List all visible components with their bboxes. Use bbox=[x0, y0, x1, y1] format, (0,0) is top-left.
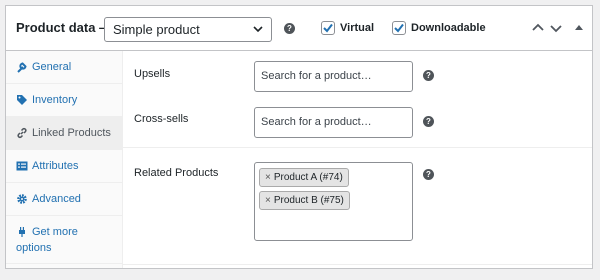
tab-general[interactable]: General bbox=[6, 51, 123, 84]
chevron-down-icon bbox=[253, 26, 263, 33]
crosssells-placeholder: Search for a product… bbox=[261, 116, 372, 128]
checkmark-icon bbox=[323, 23, 333, 33]
checkmark-icon bbox=[394, 23, 404, 33]
tab-linked-products[interactable]: Linked Products bbox=[6, 117, 123, 150]
panel-title: Product data — bbox=[16, 20, 113, 35]
related-product-chip[interactable]: × Product A (#74) bbox=[259, 168, 349, 187]
tag-icon bbox=[17, 95, 27, 105]
tab-label: Linked Products bbox=[32, 127, 111, 139]
tab-inventory[interactable]: Inventory bbox=[6, 84, 123, 117]
wrench-icon bbox=[17, 62, 27, 73]
panel-footer-divider bbox=[123, 264, 592, 268]
tab-label: Attributes bbox=[32, 160, 79, 172]
upsells-label: Upsells bbox=[134, 68, 171, 80]
plugin-icon bbox=[19, 227, 25, 237]
collapse-toggle-icon[interactable] bbox=[572, 21, 586, 35]
tab-label: Inventory bbox=[32, 94, 78, 106]
move-up-icon[interactable] bbox=[531, 21, 545, 35]
panel-header: Product data — Simple product ? Virtual bbox=[6, 6, 592, 51]
list-icon bbox=[16, 161, 28, 171]
tab-label: General bbox=[32, 61, 72, 73]
tab-label-line2: options bbox=[16, 242, 52, 254]
crosssells-label: Cross-sells bbox=[134, 113, 189, 125]
move-down-icon[interactable] bbox=[549, 21, 563, 35]
product-data-tabs: General Inventory Linked Products Attrib… bbox=[6, 51, 123, 268]
help-icon[interactable]: ? bbox=[423, 116, 434, 127]
tab-attributes[interactable]: Attributes bbox=[6, 150, 123, 183]
virtual-checkbox[interactable] bbox=[321, 21, 335, 35]
related-product-chip[interactable]: × Product B (#75) bbox=[259, 191, 350, 210]
virtual-label: Virtual bbox=[340, 22, 375, 34]
product-type-select[interactable]: Simple product bbox=[104, 17, 272, 42]
help-icon[interactable]: ? bbox=[423, 169, 434, 180]
help-icon[interactable]: ? bbox=[284, 23, 295, 34]
crosssells-search-input[interactable]: Search for a product… bbox=[254, 107, 413, 138]
downloadable-checkbox[interactable] bbox=[392, 21, 406, 35]
upsells-placeholder: Search for a product… bbox=[261, 70, 372, 82]
downloadable-label: Downloadable bbox=[411, 22, 486, 34]
related-products-select[interactable]: × Product A (#74) × Product B (#75) bbox=[254, 162, 413, 241]
tab-advanced[interactable]: Advanced bbox=[6, 183, 123, 216]
chip-label: Product A (#74) bbox=[273, 172, 343, 183]
product-data-panel: Product data — Simple product ? Virtual bbox=[5, 5, 593, 269]
link-icon bbox=[17, 127, 27, 139]
tab-label: Advanced bbox=[32, 193, 81, 205]
tab-label: Get more bbox=[32, 226, 78, 238]
remove-icon[interactable]: × bbox=[265, 195, 271, 206]
remove-icon[interactable]: × bbox=[265, 172, 271, 183]
section-divider bbox=[123, 147, 592, 148]
related-products-label: Related Products bbox=[134, 167, 219, 179]
help-icon[interactable]: ? bbox=[423, 70, 434, 81]
chip-label: Product B (#75) bbox=[273, 195, 344, 206]
gear-icon bbox=[17, 194, 27, 204]
upsells-search-input[interactable]: Search for a product… bbox=[254, 61, 413, 92]
product-type-value: Simple product bbox=[113, 22, 200, 37]
tab-get-more-options[interactable]: Get more options bbox=[6, 216, 123, 264]
